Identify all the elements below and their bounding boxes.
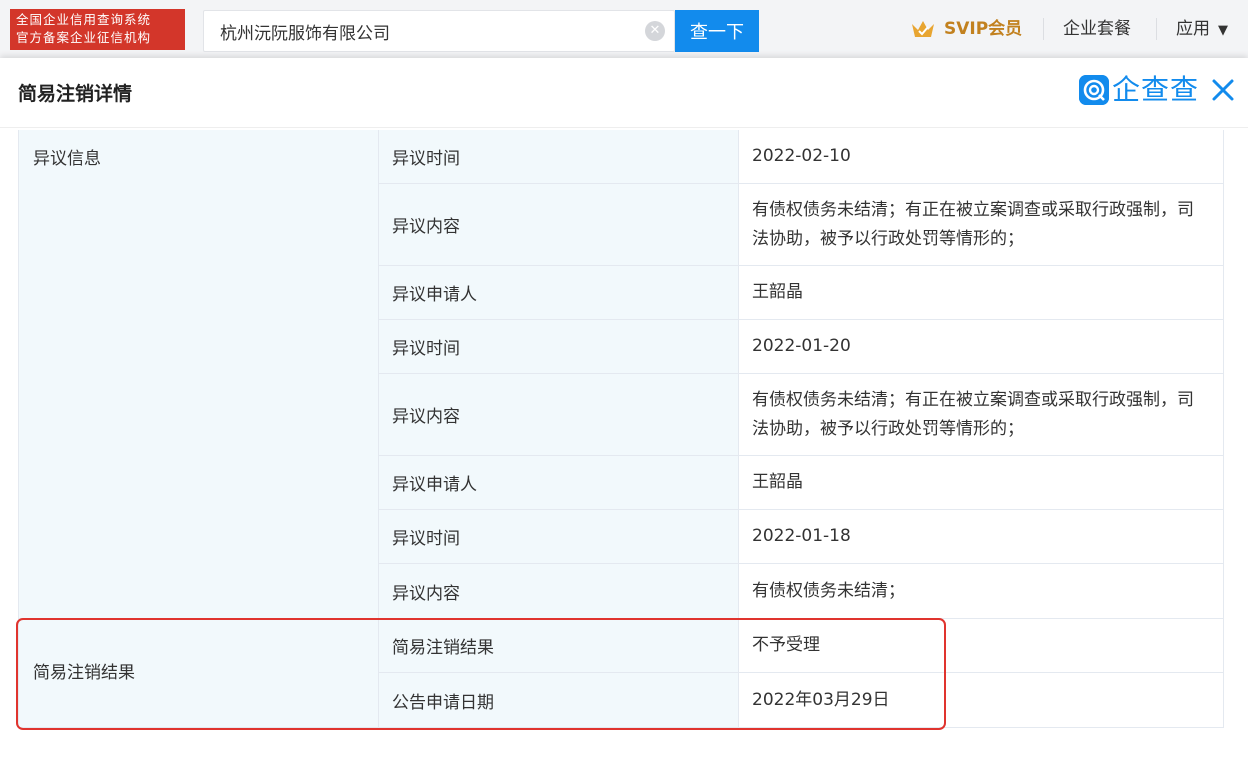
row-label: 异议申请人 [379, 266, 739, 319]
row-label: 异议内容 [379, 564, 739, 618]
result-rows: 简易注销结果 不予受理 公告申请日期 2022年03月29日 [379, 619, 1224, 727]
row-label: 异议内容 [379, 374, 739, 455]
row-value: 王韶晶 [739, 266, 1224, 319]
svip-link[interactable]: SVIP会员 [944, 18, 1022, 40]
row-value: 2022年03月29日 [739, 673, 1224, 727]
detail-table: 异议信息 异议时间 2022-02-10 异议内容 有债权债务未结清；有正在被立… [18, 130, 1224, 728]
table-row: 异议时间 2022-01-20 [379, 320, 1224, 374]
table-row: 公告申请日期 2022年03月29日 [379, 673, 1224, 727]
official-badge: 全国企业信用查询系统 官方备案企业征信机构 [10, 9, 185, 50]
row-value: 不予受理 [739, 619, 1224, 672]
row-value: 有债权债务未结清；有正在被立案调查或采取行政强制，司法协助，被予以行政处罚等情形… [739, 374, 1224, 455]
group-label-result: 简易注销结果 [19, 619, 379, 727]
clear-icon[interactable]: ✕ [645, 21, 665, 41]
row-label: 异议时间 [379, 510, 739, 563]
modal-header: 简易注销详情 企查查 [0, 58, 1248, 128]
row-value: 有债权债务未结清； [739, 564, 1224, 618]
modal-title: 简易注销详情 [18, 83, 133, 105]
row-label: 简易注销结果 [379, 619, 739, 672]
objection-rows: 异议时间 2022-02-10 异议内容 有债权债务未结清；有正在被立案调查或采… [379, 130, 1224, 618]
row-value: 王韶晶 [739, 456, 1224, 509]
objection-group: 异议信息 异议时间 2022-02-10 异议内容 有债权债务未结清；有正在被立… [19, 130, 1224, 619]
table-row: 异议时间 2022-01-18 [379, 510, 1224, 564]
top-bar: 全国企业信用查询系统 官方备案企业征信机构 ✕ 查一下 SVIP会员 企业套餐 … [0, 0, 1248, 58]
row-label: 异议申请人 [379, 456, 739, 509]
badge-line-1: 全国企业信用查询系统 [16, 12, 152, 27]
result-group: 简易注销结果 简易注销结果 不予受理 公告申请日期 2022年03月29日 [19, 619, 1224, 728]
close-icon[interactable] [1210, 77, 1236, 103]
row-value: 2022-01-20 [739, 320, 1224, 373]
table-row: 异议申请人 王韶晶 [379, 266, 1224, 320]
detail-modal: 简易注销详情 企查查 异议信息 异议时间 2022-02-10 异议内容 有债权… [0, 58, 1248, 770]
caret-down-icon[interactable]: ▼ [1218, 20, 1228, 42]
row-label: 异议时间 [379, 320, 739, 373]
row-label: 公告申请日期 [379, 673, 739, 727]
row-value: 2022-01-18 [739, 510, 1224, 563]
nav-divider [1043, 18, 1044, 40]
nav-divider [1156, 18, 1157, 40]
badge-line-2: 官方备案企业征信机构 [16, 30, 152, 45]
table-row: 异议内容 有债权债务未结清；有正在被立案调查或采取行政强制，司法协助，被予以行政… [379, 374, 1224, 456]
group-label-objection: 异议信息 [19, 130, 379, 618]
row-value: 2022-02-10 [739, 130, 1224, 183]
row-label: 异议时间 [379, 130, 739, 183]
qichacha-logo-icon [1079, 75, 1109, 105]
brand-logo-text: 企查查 [1112, 73, 1200, 106]
nav-packages[interactable]: 企业套餐 [1063, 18, 1131, 40]
table-row: 异议申请人 王韶晶 [379, 456, 1224, 510]
table-row: 简易注销结果 不予受理 [379, 619, 1224, 673]
search-button[interactable]: 查一下 [675, 10, 759, 52]
row-label: 异议内容 [379, 184, 739, 265]
table-row: 异议内容 有债权债务未结清；有正在被立案调查或采取行政强制，司法协助，被予以行政… [379, 184, 1224, 266]
table-row: 异议内容 有债权债务未结清； [379, 564, 1224, 618]
crown-icon [912, 21, 934, 37]
search-input[interactable] [203, 10, 675, 52]
table-row: 异议时间 2022-02-10 [379, 130, 1224, 184]
nav-apps[interactable]: 应用 [1176, 18, 1210, 40]
row-value: 有债权债务未结清；有正在被立案调查或采取行政强制，司法协助，被予以行政处罚等情形… [739, 184, 1224, 265]
